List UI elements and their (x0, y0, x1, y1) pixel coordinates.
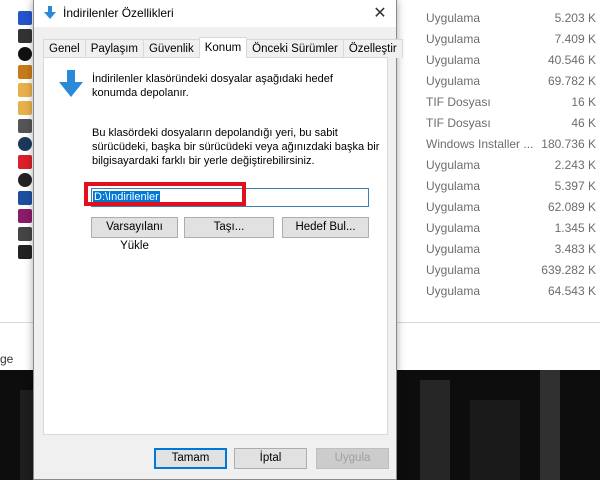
list-item[interactable]: TIF Dosyası 16 K (395, 92, 600, 113)
app-icon (18, 29, 32, 43)
list-item[interactable]: Uygulama 3.483 K (395, 239, 600, 260)
background-file-list: Uygulama 5.203 K Uygulama 7.409 K Uygulama… (395, 8, 600, 302)
installer-icon (18, 119, 32, 133)
list-item[interactable]: Uygulama 5.397 K (395, 176, 600, 197)
restore-default-button[interactable]: Varsayılanı Yükle (91, 217, 178, 252)
location-path-selection: D:\İndirilenler (93, 191, 160, 204)
tab-location[interactable]: Konum (198, 37, 248, 58)
location-panel: İndirilenler klasöründeki dosyalar aşağı… (43, 57, 388, 435)
app-icon (18, 47, 32, 61)
properties-dialog: İndirilenler Özellikleri ✕ Genel Paylaşı… (33, 0, 403, 480)
app-icon (18, 65, 32, 79)
tab-sharing[interactable]: Paylaşım (84, 39, 144, 58)
image-file-icon (18, 101, 32, 115)
app-icon (18, 209, 32, 223)
close-button[interactable]: ✕ (364, 0, 396, 27)
list-item[interactable]: Windows Installer ... 180.736 K (395, 134, 600, 155)
move-button[interactable]: Taşı... (184, 217, 274, 238)
background-text-fragment: ge (0, 352, 14, 366)
apply-button[interactable]: Uygula (316, 448, 389, 469)
image-file-icon (18, 83, 32, 97)
app-icon (18, 191, 32, 205)
list-item[interactable]: Uygulama 2.243 K (395, 155, 600, 176)
app-icon (18, 227, 32, 241)
list-item[interactable]: TIF Dosyası 46 K (395, 113, 600, 134)
list-item[interactable]: Uygulama 7.409 K (395, 29, 600, 50)
list-item[interactable]: Uygulama 40.546 K (395, 50, 600, 71)
title-bar[interactable]: İndirilenler Özellikleri ✕ (34, 0, 396, 27)
location-intro-text: İndirilenler klasöründeki dosyalar aşağı… (92, 73, 333, 99)
location-explain-text: Bu klasördeki dosyaların depolandığı yer… (92, 127, 380, 167)
tab-customize[interactable]: Özelleştir (342, 39, 403, 58)
list-item[interactable]: Uygulama 639.282 K (395, 260, 600, 281)
list-item[interactable]: Uygulama 5.203 K (395, 8, 600, 29)
tab-previous-versions[interactable]: Önceki Sürümler (246, 39, 344, 58)
app-icon (18, 137, 32, 151)
download-folder-icon (44, 6, 56, 19)
app-icon (18, 173, 32, 187)
app-icon (18, 155, 32, 169)
app-icon (18, 245, 32, 259)
download-arrow-icon (59, 70, 83, 97)
dialog-title: İndirilenler Özellikleri (63, 6, 174, 20)
ok-button[interactable]: Tamam (154, 448, 227, 469)
app-icon (18, 11, 32, 25)
list-item[interactable]: Uygulama 64.543 K (395, 281, 600, 302)
list-item[interactable]: Uygulama 62.089 K (395, 197, 600, 218)
tab-security[interactable]: Güvenlik (142, 39, 200, 58)
background-file-icons (18, 8, 34, 263)
find-target-button[interactable]: Hedef Bul... (282, 217, 369, 238)
close-icon: ✕ (373, 5, 387, 22)
cancel-button[interactable]: İptal (234, 448, 307, 469)
list-item[interactable]: Uygulama 1.345 K (395, 218, 600, 239)
tab-general[interactable]: Genel (43, 39, 86, 58)
list-item[interactable]: Uygulama 69.782 K (395, 71, 600, 92)
tab-strip: Genel Paylaşım Güvenlik Konum Önceki Sür… (43, 37, 403, 58)
